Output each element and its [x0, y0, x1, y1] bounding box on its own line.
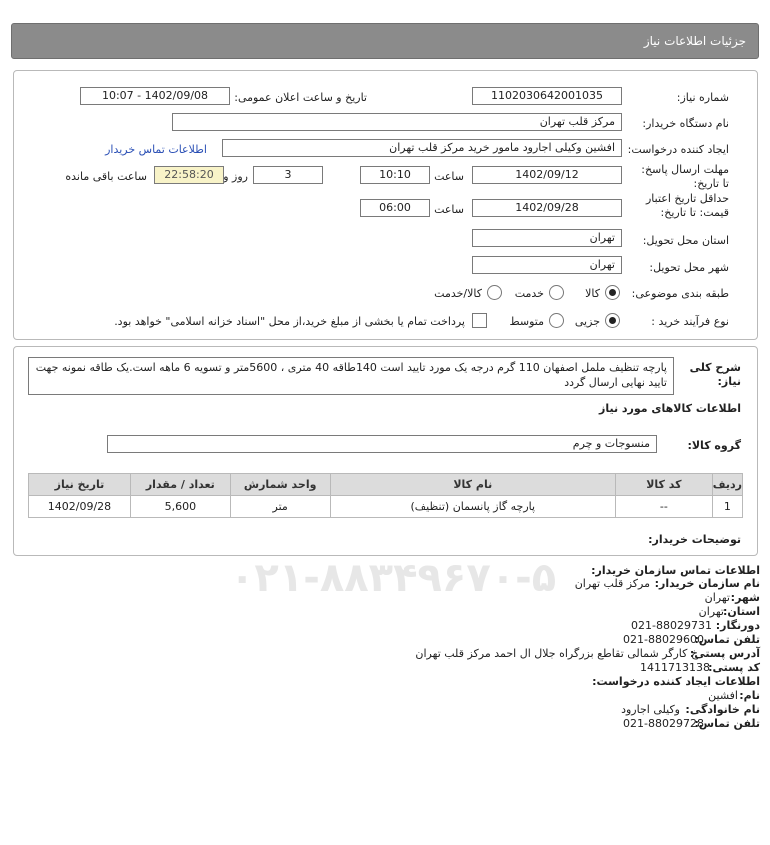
deadline-days-label: روز و — [223, 170, 248, 183]
announce-label: تاریخ و ساعت اعلان عمومی: — [234, 91, 367, 104]
table-row: 1 -- پارچه گاز پانسمان (تنظیف) متر 5,600… — [28, 495, 744, 518]
category-option-goods: کالا — [585, 287, 600, 300]
cell-code: -- — [614, 495, 713, 518]
summary-box: پارچه تنظیف ململ اصفهان 110 گرم درجه یک … — [28, 357, 674, 395]
category-radio-goods-service[interactable] — [487, 285, 502, 300]
col-row: ردیف — [711, 473, 744, 496]
goods-panel: شرح کلی نیاز: پارچه تنظیف ململ اصفهان 11… — [13, 346, 758, 556]
contact-org-label: نام سازمان خریدار: — [654, 577, 760, 590]
validity-date-field: 1402/09/28 — [472, 199, 622, 217]
category-radio-goods[interactable] — [605, 285, 620, 300]
contact-province: تهران — [698, 605, 724, 618]
col-name: نام کالا — [329, 473, 616, 496]
contact-address: خ کارگر شمالی تقاطع بزرگراه جلال ال احمد… — [415, 647, 698, 660]
treasury-note: پرداخت تمام یا بخشی از مبلغ خرید،از محل … — [114, 315, 465, 328]
process-radio-medium[interactable] — [549, 313, 564, 328]
cell-unit: متر — [229, 495, 331, 518]
announce-field: 1402/09/08 - 10:07 — [80, 87, 230, 105]
creator-family: وکیلی اجارود — [621, 703, 680, 716]
creator-family-label: نام خانوادگی: — [685, 703, 760, 716]
deadline-time-label: ساعت — [434, 170, 464, 183]
col-qty: تعداد / مقدار — [129, 473, 231, 496]
col-unit: واحد شمارش — [229, 473, 331, 496]
buyer-notes-label: توضیحات خریدار: — [648, 533, 741, 546]
deadline-time-field: 10:10 — [360, 166, 430, 184]
need-info-panel: شماره نیاز: 1102030642001035 تاریخ و ساع… — [13, 70, 758, 340]
province-field: تهران — [472, 229, 622, 247]
summary-label: شرح کلی نیاز: — [689, 361, 741, 388]
table-header-row: ردیف کد کالا نام کالا واحد شمارش تعداد /… — [28, 473, 744, 496]
need-number-field: 1102030642001035 — [472, 87, 622, 105]
contact-title: اطلاعات تماس سازمان خریدار: — [591, 564, 760, 577]
contact-phone: 021-88029600 — [623, 633, 704, 646]
process-label: نوع فرآیند خرید : — [651, 315, 729, 328]
process-radio-minor[interactable] — [605, 313, 620, 328]
creator-phone: 021-88029728 — [623, 717, 704, 730]
contact-province-label: استان: — [723, 605, 760, 618]
contact-city-label: شهر: — [730, 591, 760, 604]
requester-label: ایجاد کننده درخواست: — [627, 143, 729, 156]
validity-time-label: ساعت — [434, 203, 464, 216]
contact-postal-label: کد پستی: — [708, 661, 760, 674]
validity-time-field: 06:00 — [360, 199, 430, 217]
cell-name: پارچه گاز پانسمان (تنظیف) — [329, 495, 616, 518]
remaining-time-field: 22:58:20 — [154, 166, 224, 184]
process-option-medium: متوسط — [509, 315, 544, 328]
deadline-days-field: 3 — [253, 166, 323, 184]
remaining-time-label: ساعت باقی مانده — [65, 170, 147, 183]
buyer-org-field: مرکز قلب تهران — [172, 113, 622, 131]
creator-name-label: نام: — [739, 689, 760, 702]
goods-table: ردیف کد کالا نام کالا واحد شمارش تعداد /… — [28, 473, 744, 518]
requester-field: افشین وکیلی اجارود مامور خرید مرکز قلب ت… — [222, 139, 622, 157]
deadline-date-field: 1402/09/12 — [472, 166, 622, 184]
cell-row: 1 — [711, 495, 744, 518]
creator-name: افشین — [708, 689, 738, 702]
process-option-minor: جزیی — [574, 315, 600, 328]
need-number-label: شماره نیاز: — [676, 91, 729, 104]
category-label: طبقه بندی موضوعی: — [631, 287, 729, 300]
col-date: تاریخ نیاز — [28, 473, 131, 496]
goods-group-label: گروه کالا: — [687, 439, 741, 452]
goods-group-field: منسوجات و چرم — [107, 435, 657, 453]
province-label: استان محل تحویل: — [642, 234, 729, 247]
contact-org: مرکز قلب تهران — [574, 577, 650, 590]
page-header: جزئیات اطلاعات نیاز — [11, 23, 759, 59]
city-label: شهر محل تحویل: — [649, 261, 729, 274]
creator-title: اطلاعات ایجاد کننده درخواست: — [592, 675, 760, 688]
category-radio-service[interactable] — [549, 285, 564, 300]
contact-city: تهران — [704, 591, 730, 604]
cell-qty: 5,600 — [129, 495, 231, 518]
contact-fax: 021-88029731 — [631, 619, 712, 632]
deadline-label: مهلت ارسال پاسخ: تا تاریخ: — [641, 163, 729, 190]
category-option-service: خدمت — [514, 287, 544, 300]
category-option-goods-service: کالا/خدمت — [434, 287, 482, 300]
contact-postal: 1411713138 — [640, 661, 710, 674]
creator-phone-label: تلفن تماس: — [694, 717, 760, 730]
treasury-checkbox[interactable] — [472, 313, 487, 328]
cell-date: 1402/09/28 — [28, 495, 131, 518]
contact-phone-label: تلفن تماس: — [694, 633, 760, 646]
col-code: کد کالا — [614, 473, 713, 496]
goods-title: اطلاعات کالاهای مورد نیاز — [599, 402, 741, 415]
validity-label: حداقل تاریخ اعتبار قیمت: تا تاریخ: — [645, 192, 729, 219]
contact-address-label: آدرس پستی: — [689, 647, 760, 660]
page-title: جزئیات اطلاعات نیاز — [643, 34, 746, 48]
buyer-org-label: نام دستگاه خریدار: — [642, 117, 729, 130]
buyer-contact-link[interactable]: اطلاعات تماس خریدار — [105, 143, 207, 156]
city-field: تهران — [472, 256, 622, 274]
contact-fax-label: دورنگار: — [715, 619, 760, 632]
watermark-phone: ۰۲۱-۸۸۳۴۹۶۷۰-۵ — [230, 555, 557, 601]
